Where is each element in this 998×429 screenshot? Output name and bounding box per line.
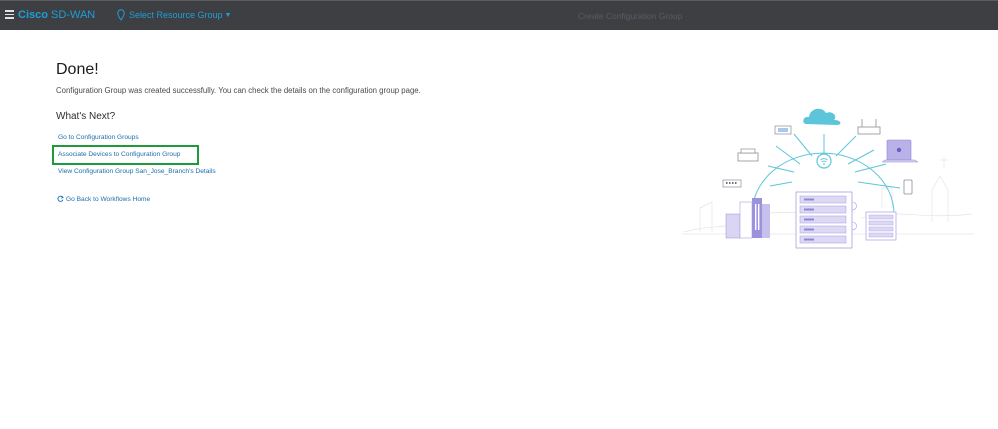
brand-name: Cisco: [18, 9, 48, 21]
refresh-icon: [57, 195, 64, 202]
resource-group-selector[interactable]: Select Resource Group ▼: [117, 9, 231, 21]
back-to-workflows-link[interactable]: Go Back to Workflows Home: [57, 195, 150, 203]
menu-icon[interactable]: [5, 10, 14, 19]
back-to-workflows-label: Go Back to Workflows Home: [66, 195, 151, 203]
done-title: Done!: [56, 61, 99, 78]
resource-group-label: Select Resource Group: [129, 10, 223, 20]
caret-down-icon: ▼: [224, 11, 232, 19]
network-illustration: [682, 108, 974, 249]
highlight-box: [52, 145, 199, 165]
page-header-title: Create Configuration Group: [578, 11, 683, 21]
view-configuration-group-details-link[interactable]: View Configuration Group San_Jose_Branch…: [58, 168, 216, 175]
brand-title[interactable]: Cisco SD-WAN: [18, 9, 95, 21]
top-navigation-bar: Cisco SD-WAN Select Resource Group ▼ Cre…: [0, 0, 998, 30]
go-to-configuration-groups-link[interactable]: Go to Configuration Groups: [58, 134, 139, 141]
brand-product: SD-WAN: [47, 9, 96, 21]
location-pin-icon: [117, 9, 125, 21]
success-message: Configuration Group was created successf…: [56, 86, 421, 95]
whats-next-heading: What's Next?: [56, 111, 116, 122]
